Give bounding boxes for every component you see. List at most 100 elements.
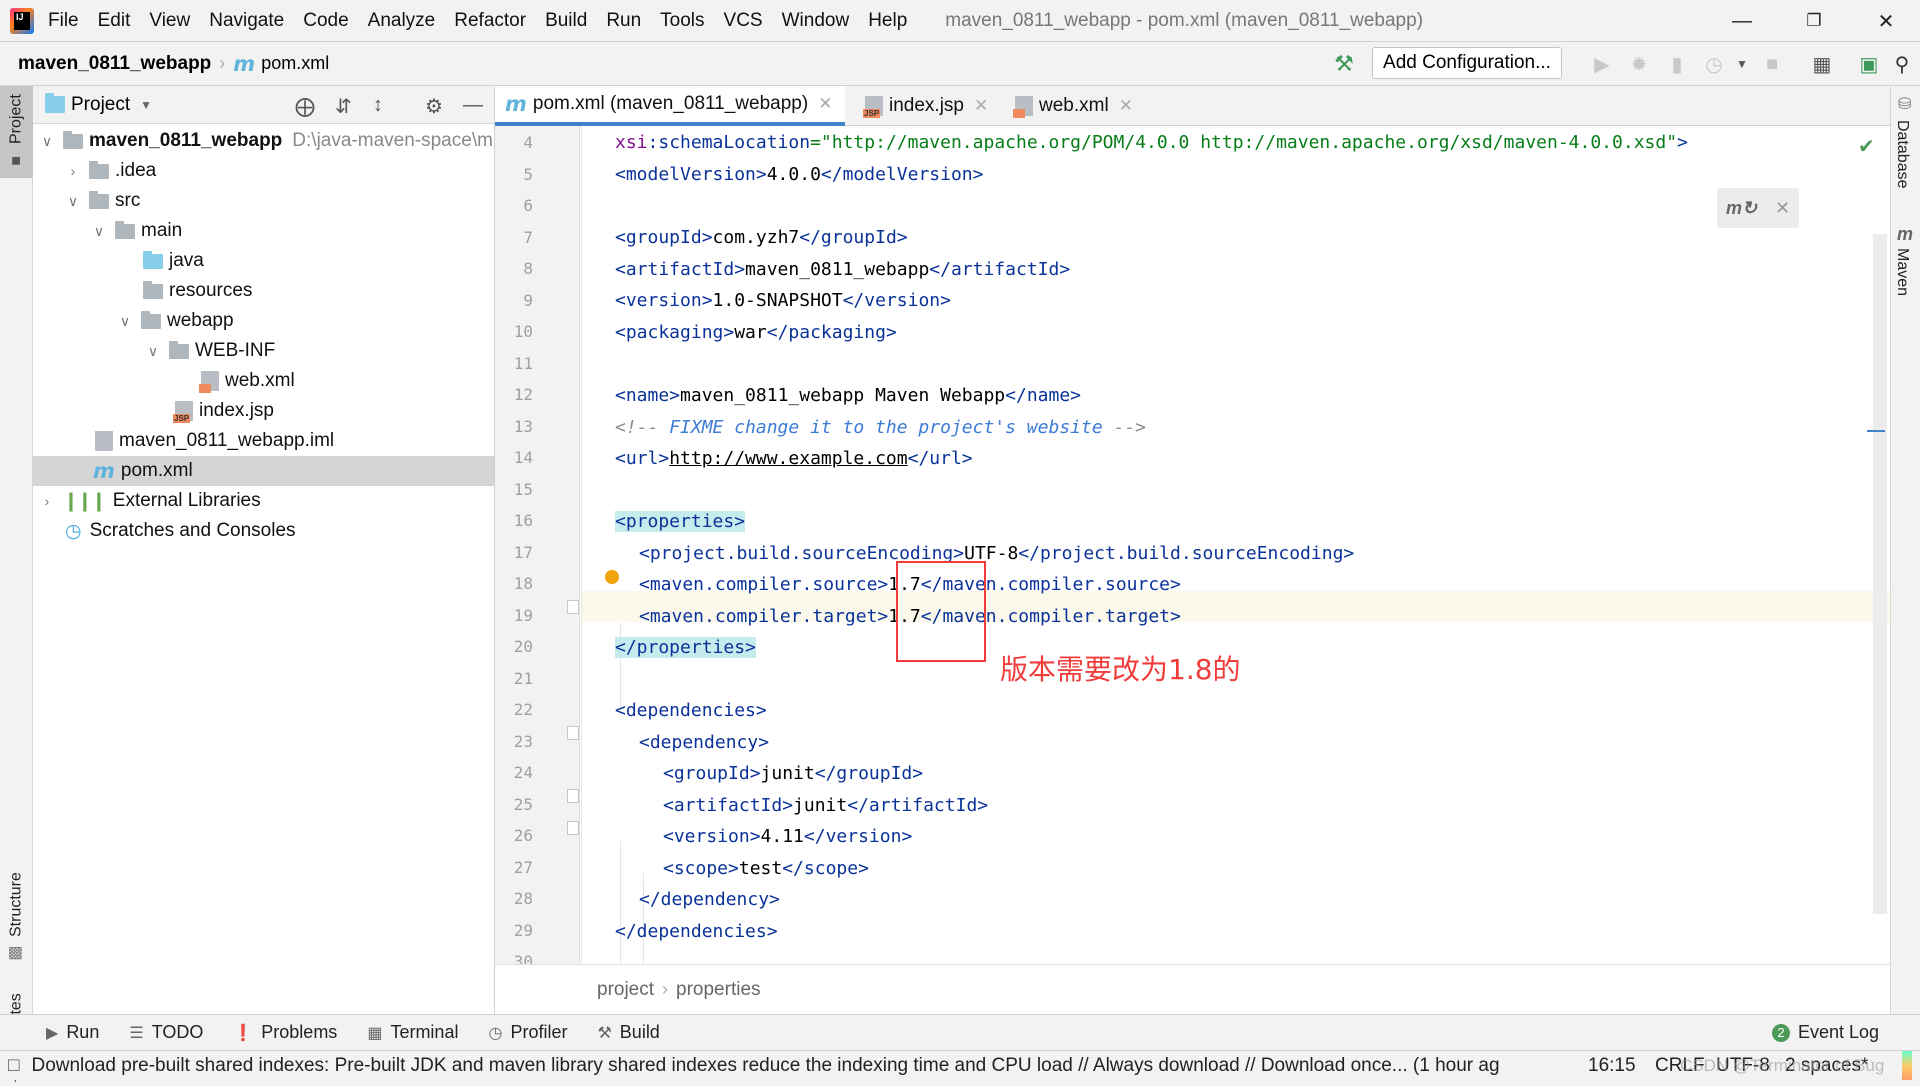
code-line-27[interactable]: <scope>test</scope> [663, 853, 869, 884]
editor-vertical-scrollbar[interactable] [1873, 234, 1887, 914]
code-line-29[interactable]: </dependencies> [615, 916, 778, 947]
code-line-10[interactable]: <packaging>war</packaging> [615, 317, 897, 348]
tree-item-web-xml[interactable]: web.xml [33, 366, 494, 396]
lightbulb-icon[interactable] [605, 570, 619, 584]
fold-marker-icon[interactable] [567, 821, 579, 835]
nav-project-crumb[interactable]: maven_0811_webapp [18, 53, 211, 75]
stop-icon[interactable]: ■ [1760, 52, 1784, 76]
fold-marker-icon[interactable] [567, 600, 579, 614]
tree-item-iml[interactable]: maven_0811_webapp.iml [33, 426, 494, 456]
menu-tools[interactable]: Tools [660, 10, 704, 32]
tool-problems[interactable]: ❗ Problems [233, 1022, 337, 1043]
tree-item-scratches[interactable]: ◷ Scratches and Consoles [33, 516, 494, 546]
menu-edit[interactable]: Edit [98, 10, 131, 32]
code-line-7[interactable]: <groupId>com.yzh7</groupId> [615, 222, 908, 253]
nav-file-crumb[interactable]: pom.xml [261, 53, 329, 74]
tool-tab-structure[interactable]: ▩ Structure [0, 774, 33, 964]
collapse-all-icon[interactable]: ↕ [373, 94, 383, 117]
code-line-26[interactable]: <version>4.11</version> [663, 821, 912, 852]
tool-run[interactable]: ▶ Run [46, 1022, 99, 1043]
search-icon[interactable]: ⚲ [1890, 52, 1914, 76]
tab-web-xml[interactable]: web.xml ✕ [1005, 86, 1143, 126]
menu-window[interactable]: Window [782, 10, 850, 32]
url-link[interactable]: http://www.example.com [669, 448, 907, 469]
chevron-down-icon[interactable]: ▼ [1730, 52, 1754, 76]
tool-event-log[interactable]: 2 Event Log [1772, 1022, 1879, 1043]
menu-code[interactable]: Code [303, 10, 348, 32]
menu-navigate[interactable]: Navigate [209, 10, 284, 32]
run-anything-icon[interactable]: ▣ [1857, 52, 1881, 76]
gear-icon[interactable]: ⚙ [425, 94, 443, 119]
expand-all-icon[interactable]: ⇵ [335, 94, 352, 119]
toggle-tool-windows-icon[interactable]: □ [8, 1055, 19, 1077]
breadcrumb-properties[interactable]: properties [676, 979, 761, 1001]
menu-file[interactable]: File [48, 10, 79, 32]
chevron-right-icon[interactable]: › [39, 493, 55, 509]
locate-file-icon[interactable]: ⨁ [295, 94, 315, 119]
tool-tab-maven[interactable]: Maven [1893, 248, 1911, 296]
chevron-down-icon[interactable]: ∨ [39, 133, 55, 150]
code-line-4[interactable]: xsi:schemaLocation="http://maven.apache.… [615, 127, 1688, 158]
tool-tab-database[interactable]: Database [1893, 120, 1911, 189]
tool-todo[interactable]: ☰ TODO [129, 1022, 203, 1043]
tree-item-main[interactable]: ∨ main [33, 216, 494, 246]
code-line-14[interactable]: <url>http://www.example.com</url> [615, 443, 973, 474]
profile-icon[interactable]: ◷ [1702, 52, 1726, 76]
code-line-23[interactable]: <dependency> [639, 727, 769, 758]
chevron-down-icon[interactable]: ∨ [145, 343, 161, 360]
tree-item-idea[interactable]: › .idea [33, 156, 494, 186]
tree-item-pom-xml[interactable]: m pom.xml [33, 456, 494, 486]
tree-item-external-libraries[interactable]: › ❙❙❙ External Libraries [33, 486, 494, 516]
tree-item-project-root[interactable]: ∨ maven_0811_webapp D:\java-maven-space\… [33, 126, 494, 156]
tree-item-src[interactable]: ∨ src [33, 186, 494, 216]
code-line-20[interactable]: </properties> [615, 632, 756, 663]
chevron-down-icon[interactable]: ▼ [140, 98, 152, 112]
run-icon[interactable]: ▶ [1590, 52, 1614, 76]
menu-refactor[interactable]: Refactor [454, 10, 526, 32]
close-tab-icon[interactable]: ✕ [974, 96, 988, 116]
chevron-right-icon[interactable]: › [65, 163, 81, 179]
code-line-13[interactable]: <!-- FIXME change it to the project's we… [615, 412, 1146, 443]
code-line-16[interactable]: <properties> [615, 506, 746, 537]
tree-item-webapp[interactable]: ∨ webapp [33, 306, 494, 336]
no-problems-check-icon[interactable]: ✔ [1858, 134, 1875, 159]
chevron-down-icon[interactable]: ∨ [91, 223, 107, 240]
tool-terminal[interactable]: ▦ Terminal [367, 1022, 458, 1043]
menu-run[interactable]: Run [606, 10, 641, 32]
tab-index-jsp[interactable]: JSP index.jsp ✕ [855, 86, 998, 126]
project-view-selector[interactable]: Project [71, 94, 130, 116]
menu-help[interactable]: Help [868, 10, 907, 32]
code-line-17[interactable]: <project.build.sourceEncoding>UTF-8</pro… [639, 538, 1354, 569]
code-line-24[interactable]: <groupId>junit</groupId> [663, 758, 923, 789]
code-line-5[interactable]: <modelVersion>4.0.0</modelVersion> [615, 159, 983, 190]
code-line-8[interactable]: <artifactId>maven_0811_webapp</artifactI… [615, 254, 1070, 285]
close-tab-icon[interactable]: ✕ [1119, 96, 1133, 116]
menu-vcs[interactable]: VCS [724, 10, 763, 32]
code-line-28[interactable]: </dependency> [639, 884, 780, 915]
tree-item-java[interactable]: java [33, 246, 494, 276]
tab-pom-xml[interactable]: m pom.xml (maven_0811_webapp) ✕ [495, 86, 845, 126]
menu-build[interactable]: Build [545, 10, 587, 32]
menu-view[interactable]: View [149, 10, 190, 32]
add-configuration-button[interactable]: Add Configuration... [1372, 47, 1562, 79]
tree-item-web-inf[interactable]: ∨ WEB-INF [33, 336, 494, 366]
tree-item-resources[interactable]: resources [33, 276, 494, 306]
minimize-button[interactable]: — [1712, 0, 1772, 42]
tool-tab-project[interactable]: ■ Project [0, 86, 33, 178]
code-line-9[interactable]: <version>1.0-SNAPSHOT</version> [615, 285, 951, 316]
close-tab-icon[interactable]: ✕ [818, 94, 832, 114]
code-line-22[interactable]: <dependencies> [615, 695, 767, 726]
status-message[interactable]: Download pre-built shared indexes: Pre-b… [31, 1055, 1531, 1077]
chevron-down-icon[interactable]: ∨ [117, 313, 133, 330]
menu-analyze[interactable]: Analyze [368, 10, 436, 32]
maven-reload-icon[interactable]: m↻ [1726, 198, 1757, 219]
coverage-icon[interactable]: ▮ [1665, 52, 1689, 76]
build-hammer-icon[interactable]: ⚒ [1332, 51, 1356, 76]
hide-panel-icon[interactable]: — [463, 94, 483, 117]
close-window-button[interactable]: ✕ [1856, 0, 1916, 42]
tool-build[interactable]: ⚒ Build [597, 1022, 659, 1043]
fold-marker-icon[interactable] [567, 789, 579, 803]
code-line-25[interactable]: <artifactId>junit</artifactId> [663, 790, 988, 821]
chevron-down-icon[interactable]: ∨ [65, 193, 81, 210]
breadcrumb-project[interactable]: project [597, 979, 654, 1001]
